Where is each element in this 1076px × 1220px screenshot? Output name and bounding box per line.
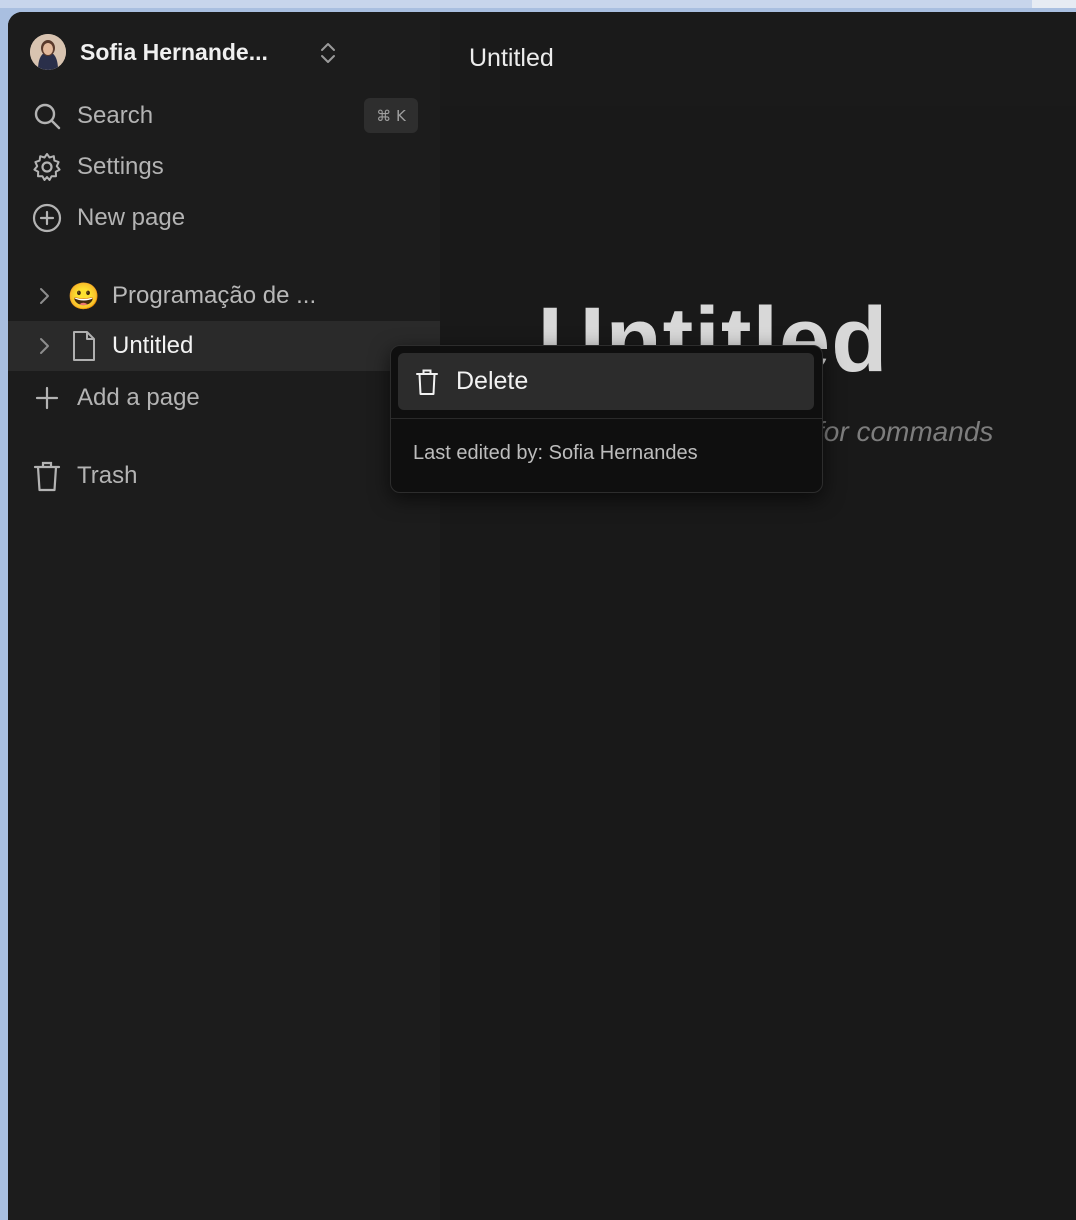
chevron-right-icon[interactable] — [30, 286, 60, 306]
trash-icon — [412, 368, 442, 396]
app-window: Sofia Hernande... Search ⌘ K Settings Ne… — [8, 12, 1076, 1220]
search-shortcut-badge: ⌘ K — [364, 98, 418, 133]
document-icon — [66, 328, 102, 364]
trash-label: Trash — [77, 462, 138, 489]
workspace-switcher[interactable]: Sofia Hernande... — [30, 34, 268, 70]
trash-icon — [30, 459, 64, 493]
search-item[interactable]: Search — [30, 98, 420, 134]
workspace-name: Sofia Hernande... — [80, 38, 268, 65]
delete-menu-item[interactable]: Delete — [398, 353, 814, 410]
tree-item-label: Untitled — [112, 332, 194, 359]
new-page-label: New page — [77, 204, 186, 231]
sidebar: Sofia Hernande... Search ⌘ K Settings Ne… — [8, 12, 440, 1220]
new-page-item[interactable]: New page — [30, 200, 420, 236]
add-page-label: Add a page — [77, 384, 200, 411]
settings-item[interactable]: Settings — [30, 149, 420, 185]
tree-item-untitled[interactable]: Untitled — [8, 321, 440, 371]
settings-label: Settings — [77, 153, 164, 180]
avatar — [30, 34, 66, 70]
grinning-emoji-icon: 😀 — [67, 280, 101, 311]
editor-placeholder-hint[interactable]: for commands — [816, 416, 993, 448]
add-page-item[interactable]: Add a page — [30, 380, 420, 416]
context-menu: Delete Last edited by: Sofia Hernandes — [390, 345, 823, 493]
trash-item[interactable]: Trash — [30, 458, 420, 494]
chevron-right-icon[interactable] — [30, 336, 60, 356]
page-header-title: Untitled — [469, 44, 554, 72]
plus-circle-icon — [30, 201, 64, 235]
top-strip-segment — [1032, 0, 1076, 8]
gear-icon — [30, 150, 64, 184]
chevron-up-down-icon[interactable] — [318, 40, 338, 71]
tree-item-programacao[interactable]: 😀 Programação de ... — [8, 271, 440, 321]
tree-item-label: Programação de ... — [112, 282, 317, 309]
menu-divider — [391, 418, 822, 419]
window-top-strip — [0, 0, 1076, 8]
delete-label: Delete — [456, 367, 529, 395]
search-icon — [30, 99, 64, 133]
search-label: Search — [77, 102, 154, 129]
last-edited-text: Last edited by: Sofia Hernandes — [413, 442, 698, 464]
plus-icon — [30, 381, 64, 415]
